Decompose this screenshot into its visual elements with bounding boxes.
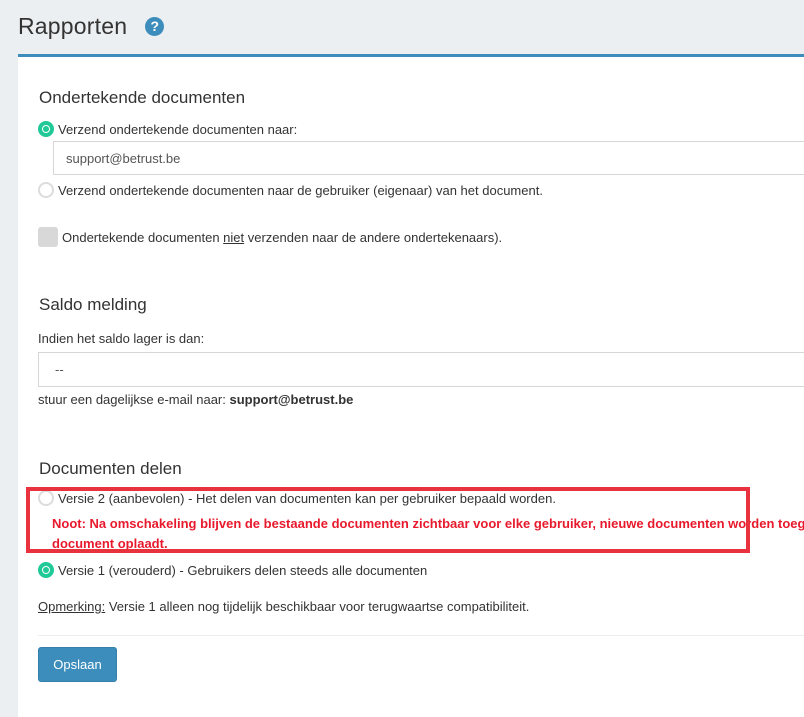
checkbox-label-part: verzenden naar de andere ondertekenaars)… [244,229,503,245]
page-title: Rapporten [18,12,128,39]
balance-email-prefix: stuur een dagelijkse e-mail naar: [38,392,230,407]
radio-button-checked[interactable] [38,562,54,578]
balance-email-address: support@betrust.be [229,392,354,407]
remark-body: Versie 1 alleen nog tijdelijk beschikbaa… [105,599,530,614]
section-title-signed-documents: Ondertekende documenten [39,88,246,107]
section-title-document-sharing: Documenten delen [39,459,182,478]
threshold-input[interactable]: -- [38,352,804,387]
radio-send-to-address[interactable]: Verzend ondertekende documenten naar: [38,121,297,137]
radio-version-1[interactable]: Versie 1 (verouderd) - Gebruikers delen … [38,562,427,578]
remark-label: Opmerking: [38,599,106,614]
remark-text: Opmerking: Versie 1 alleen nog tijdelijk… [38,599,529,614]
highlight-annotation-box [26,487,750,553]
email-field-value: support@betrust.be [66,150,181,166]
radio-button-checked[interactable] [38,121,54,137]
settings-panel: Ondertekende documenten Verzend ondertek… [18,54,804,717]
checkbox-label-part: Ondertekende documenten [62,229,224,245]
section-title-balance-alert: Saldo melding [39,295,147,314]
question-circle-icon[interactable]: ? [145,16,165,36]
radio-send-to-owner[interactable]: Verzend ondertekende documenten naar de … [38,182,543,198]
email-field[interactable]: support@betrust.be [53,141,804,175]
radio-label: Verzend ondertekende documenten naar: [58,121,298,137]
radio-label: Versie 1 (verouderd) - Gebruikers delen … [58,562,428,578]
page-header: Rapporten ? [18,8,165,44]
threshold-input-value: -- [55,362,64,377]
radio-label: Verzend ondertekende documenten naar de … [58,182,543,198]
balance-email-text: stuur een dagelijkse e-mail naar: suppor… [38,392,353,407]
checkbox-do-not-send[interactable]: Ondertekende documenten niet verzenden n… [38,227,502,247]
threshold-label: Indien het saldo lager is dan: [38,331,205,346]
checkbox-label: Ondertekende documenten niet verzenden n… [62,230,502,245]
radio-button-unchecked[interactable] [38,182,54,198]
checkbox-label-emphasis: niet [223,229,245,245]
divider [38,635,804,636]
save-button[interactable]: Opslaan [38,647,117,682]
checkbox[interactable] [38,227,58,247]
